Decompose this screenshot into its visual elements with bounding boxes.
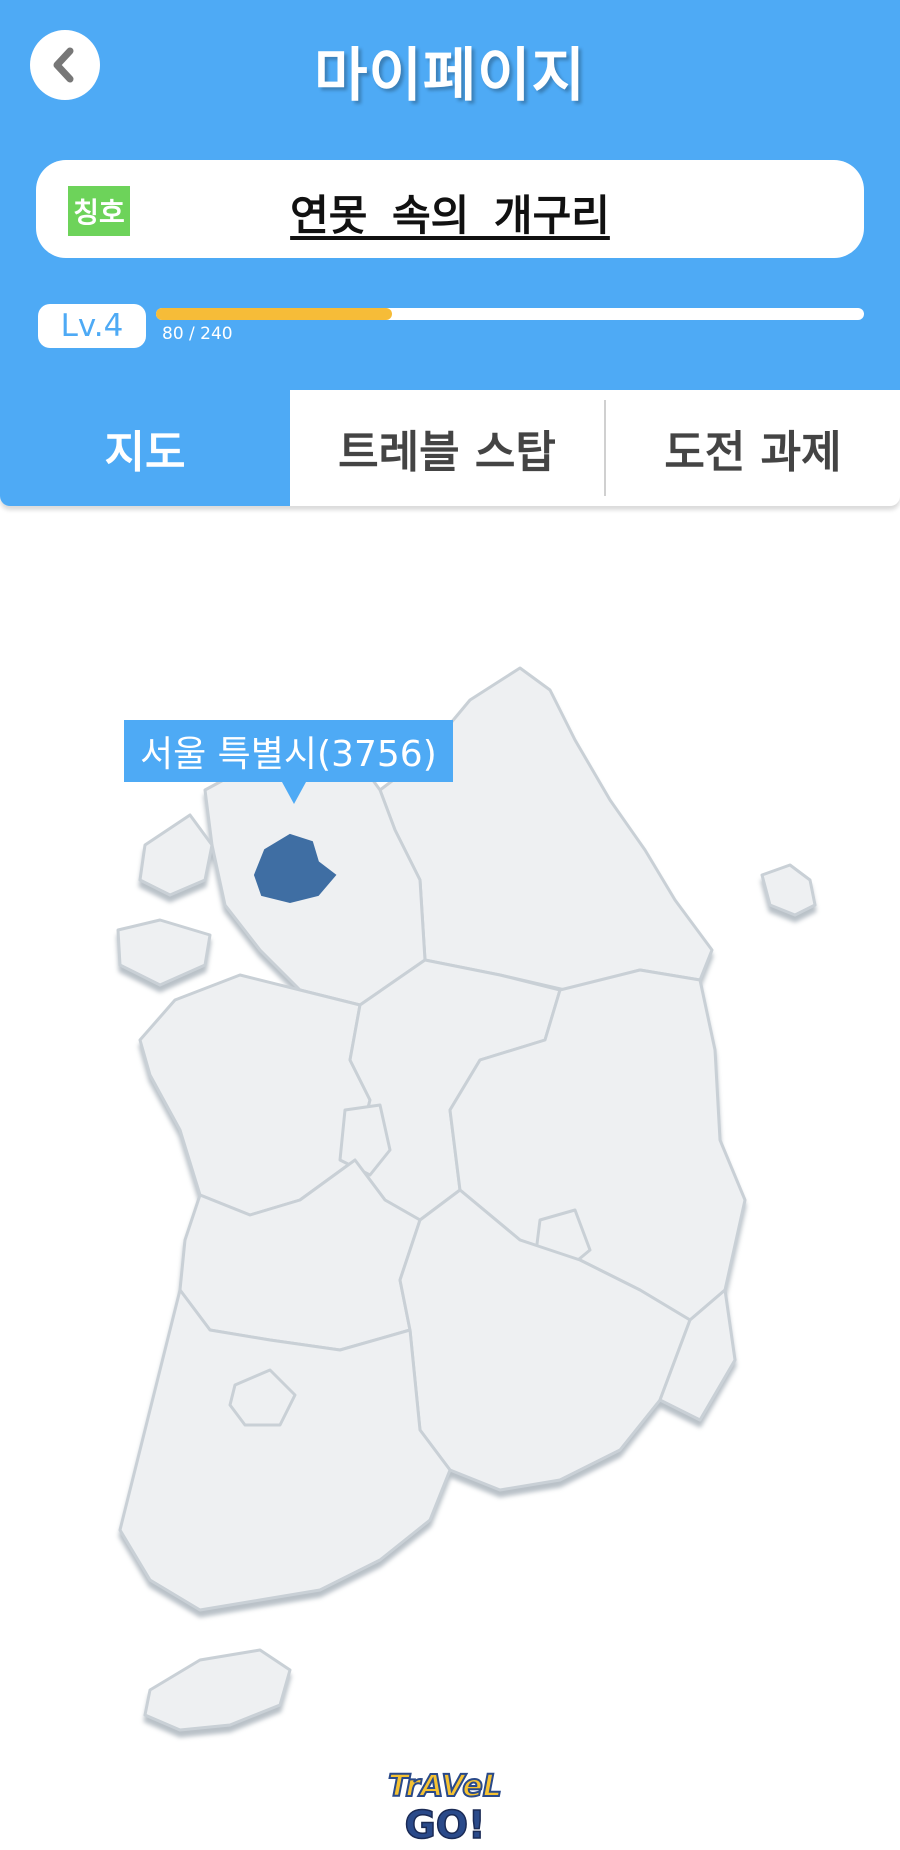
tab-challenges[interactable]: 도전 과제 <box>606 390 900 506</box>
travel-go-logo: TrAVeL GO! <box>387 1768 503 1844</box>
xp-text: 80 / 240 <box>162 324 233 344</box>
region-ulleungdo[interactable] <box>760 863 817 917</box>
tooltip-pointer <box>282 782 306 804</box>
title-card: 칭호 연못 속의 개구리 <box>36 160 864 258</box>
header-bar: 마이페이지 칭호 연못 속의 개구리 Lv.4 80 / 240 <box>0 0 900 390</box>
svg-text:GO!: GO! <box>405 1803 486 1844</box>
page-title: 마이페이지 <box>314 41 586 109</box>
title-name[interactable]: 연못 속의 개구리 <box>36 182 864 243</box>
tab-travel-stop[interactable]: 트레블 스탑 <box>290 390 604 506</box>
region-gangwon[interactable] <box>378 666 714 992</box>
tab-map[interactable]: 지도 <box>0 390 290 506</box>
tab-bar: 지도 트레블 스탑 도전 과제 <box>0 390 900 506</box>
region-incheon-island[interactable] <box>116 918 212 987</box>
svg-text:TrAVeL: TrAVeL <box>388 1769 502 1804</box>
xp-progress-bar <box>156 308 864 320</box>
korea-map <box>0 530 900 1760</box>
region-jeju[interactable] <box>143 1648 292 1732</box>
region-incheon[interactable] <box>138 813 214 897</box>
korea-map-svg <box>116 666 817 1732</box>
selected-region-tooltip: 서울 특별시(3756) <box>124 720 453 782</box>
level-badge: Lv.4 <box>38 304 146 348</box>
xp-progress-fill <box>156 308 392 320</box>
